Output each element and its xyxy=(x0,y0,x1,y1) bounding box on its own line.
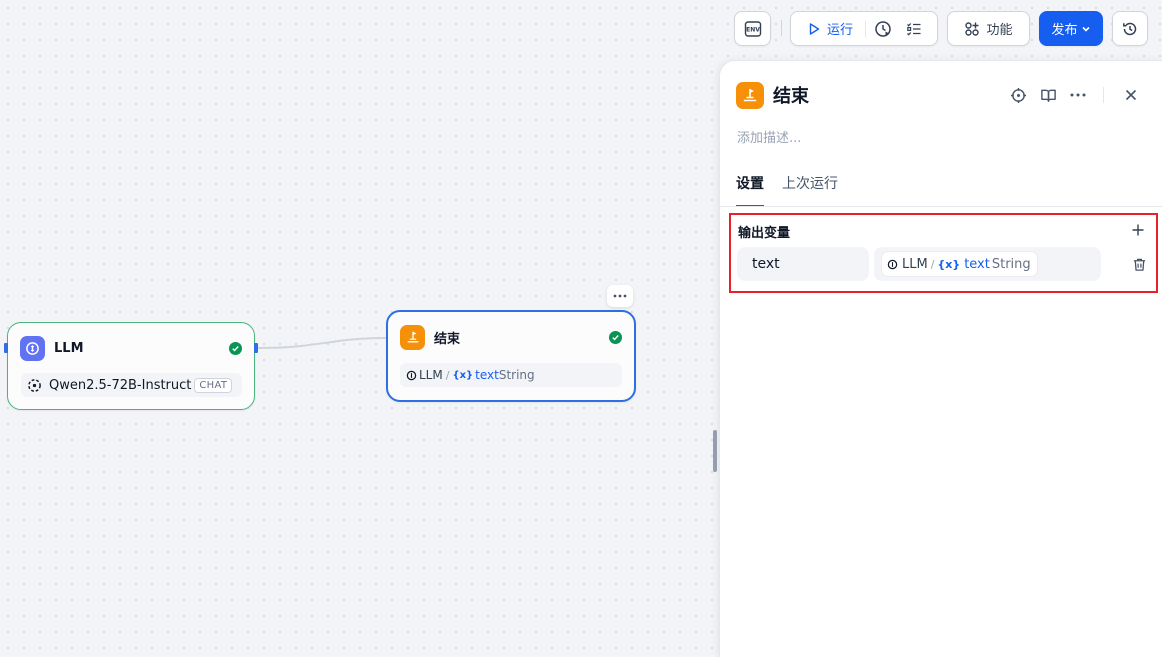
description-input[interactable]: 添加描述... xyxy=(737,127,801,146)
publish-label: 发布 xyxy=(1051,23,1078,38)
svg-text:ENV: ENV xyxy=(746,26,760,33)
var-separator: / xyxy=(445,368,450,382)
success-check-icon xyxy=(609,330,622,344)
trash-icon xyxy=(1133,258,1145,271)
book-open-icon xyxy=(1040,89,1056,102)
delete-output-variable-button[interactable] xyxy=(1129,254,1149,274)
toolbar-divider xyxy=(781,20,782,36)
add-output-variable-button[interactable] xyxy=(1128,220,1148,240)
publish-button[interactable]: 发布 xyxy=(1039,11,1103,46)
locate-node-button[interactable] xyxy=(1003,81,1033,109)
apps-icon xyxy=(965,21,980,36)
node-settings-panel: 结束 添加描述... 设置 上次运行 输出变量 text LLM / {x} t… xyxy=(719,60,1162,657)
plus-icon xyxy=(1132,224,1144,236)
crosshair-icon xyxy=(1010,87,1026,103)
var-source: LLM xyxy=(902,256,928,272)
tab-last-run[interactable]: 上次运行 xyxy=(782,173,838,207)
history-icon xyxy=(1123,22,1137,35)
panel-actions xyxy=(1003,81,1146,109)
close-icon xyxy=(1125,89,1137,101)
run-button[interactable]: 运行 xyxy=(807,19,853,38)
features-label: 功能 xyxy=(986,23,1013,38)
version-history-button[interactable] xyxy=(1112,11,1148,46)
llm-node-title: LLM xyxy=(54,340,84,356)
checklist-button[interactable] xyxy=(906,21,922,37)
end-flag-icon xyxy=(400,324,425,350)
clock-play-icon xyxy=(875,20,891,37)
end-output-variable: LLM / {x} text String xyxy=(400,363,622,387)
help-docs-button[interactable] xyxy=(1033,81,1063,109)
chevron-down-icon xyxy=(1081,26,1090,32)
variable-icon: {x} xyxy=(937,257,961,271)
more-dots-icon xyxy=(1070,93,1086,97)
var-type: String xyxy=(991,256,1031,272)
var-separator: / xyxy=(930,257,935,271)
tabs-divider xyxy=(720,206,1162,207)
end-node-header: 结束 xyxy=(400,324,622,350)
llm-node-header: LLM xyxy=(20,335,242,361)
checklist-icon xyxy=(907,22,921,36)
output-variable-name-input[interactable]: text xyxy=(737,247,869,281)
panel-resize-handle[interactable] xyxy=(713,430,717,472)
variable-reference-chip: LLM / {x} text String xyxy=(882,252,1037,276)
env-button[interactable]: ENV xyxy=(734,11,771,46)
more-dots-icon xyxy=(613,294,627,298)
end-node-title: 结束 xyxy=(434,331,461,347)
output-variables-label: 输出变量 xyxy=(738,226,791,241)
variable-icon: {x} xyxy=(452,369,474,381)
run-button-group: 运行 xyxy=(790,11,938,46)
run-label: 运行 xyxy=(827,23,854,38)
mode-badge: CHAT xyxy=(194,377,233,393)
llm-small-icon xyxy=(406,370,417,380)
llm-small-icon xyxy=(887,259,898,269)
run-group-divider xyxy=(865,20,867,37)
panel-actions-divider xyxy=(1103,87,1104,103)
var-name: text xyxy=(475,368,499,382)
llm-node[interactable]: LLM Qwen2.5-72B-Instruct CHAT xyxy=(7,322,255,410)
model-provider-icon xyxy=(28,378,41,392)
model-selector[interactable]: Qwen2.5-72B-Instruct CHAT xyxy=(21,373,242,397)
panel-title[interactable]: 结束 xyxy=(773,82,1003,108)
output-variable-selector[interactable]: LLM / {x} text String xyxy=(874,247,1101,281)
panel-more-button[interactable] xyxy=(1063,81,1093,109)
var-source: LLM xyxy=(419,368,443,382)
llm-input-handle[interactable] xyxy=(4,343,8,353)
end-flag-icon xyxy=(736,81,764,109)
success-check-icon xyxy=(229,341,242,355)
play-icon xyxy=(809,22,820,35)
env-icon: ENV xyxy=(744,20,761,37)
features-button[interactable]: 功能 xyxy=(947,11,1030,46)
node-more-button[interactable] xyxy=(607,285,633,307)
var-name: text xyxy=(964,256,990,272)
tab-settings[interactable]: 设置 xyxy=(736,173,764,207)
var-type: String xyxy=(498,368,535,382)
output-variables-section: 输出变量 text LLM / {x} text String xyxy=(729,213,1158,293)
run-history-button[interactable] xyxy=(874,20,892,38)
panel-tabs: 设置 上次运行 xyxy=(736,173,1162,207)
model-name: Qwen2.5-72B-Instruct xyxy=(49,377,192,393)
end-node[interactable]: 结束 LLM / {x} text String xyxy=(386,310,636,402)
panel-header: 结束 xyxy=(736,81,1146,109)
llm-output-handle[interactable] xyxy=(254,343,258,353)
close-panel-button[interactable] xyxy=(1116,81,1146,109)
llm-icon xyxy=(20,335,45,361)
